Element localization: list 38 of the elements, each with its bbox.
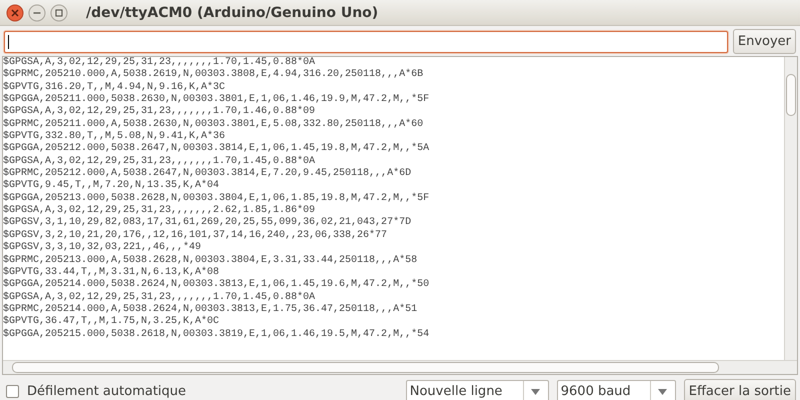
- message-input-field[interactable]: [4, 30, 728, 52]
- serial-output-line: $GPGGA,205211.000,5038.2630,N,00303.3801,E,1,06,1.46,19.9,M,47.2,M,,*5F: [3, 94, 430, 106]
- vertical-scrollbar[interactable]: [784, 57, 797, 360]
- maximize-icon[interactable]: [50, 4, 68, 22]
- serial-output-line: $GPGSV,3,1,10,29,82,083,17,31,61,269,20,25,55,099,36,02,21,043,27*7D: [3, 217, 412, 230]
- caret-icon: [531, 388, 540, 394]
- autoscroll-label: Défilement automatique: [27, 384, 186, 399]
- serial-output-line: $GPGGA,205212.000,5038.2647,N,00303.3814,E,1,06,1.45,19.8,M,47.2,M,,*5A: [3, 143, 430, 156]
- serial-output-line: $GPGGA,205214.000,5038.2624,N,00303.3813,E,1,06,1.45,19.6,M,47.2,M,,*50: [3, 279, 430, 292]
- serial-output-line: $GPGGA,205213.000,5038.2628,N,00303.3804,E,1,06,1.85,19.8,M,47.2,M,,*5F: [3, 192, 430, 204]
- serial-output-line: $GPGSV,3,3,10,32,03,221,,46,,,*49: [3, 242, 202, 254]
- serial-output-line: $GPRMC,205212.000,A,5038.2647,N,00303.3814,E,7.20,9.45,250118,,,A*6D: [3, 168, 412, 180]
- serial-output-line: $GPRMC,205213.000,A,5038.2628,N,00303.3804,E,3.31,33.44,250118,,,A*58: [3, 254, 418, 266]
- horizontal-scrollbar[interactable]: [3, 360, 797, 374]
- minimize-icon[interactable]: [28, 4, 46, 22]
- serial-output-line: $GPRMC,205211.000,A,5038.2630,N,00303.3801,E,5.08,332.80,250118,,,A*60: [3, 118, 424, 130]
- serial-output-line: $GPGSA,A,3,02,12,29,25,31,23,,,,,,,1.70,1.45,0.88*0A: [3, 292, 316, 304]
- serial-output-line: $GPRMC,205214.000,A,5038.2624,N,00303.3813,E,1.75,36.47,250118,,,A*51: [3, 304, 418, 316]
- line-ending-dropdown[interactable]: Nouvelle ligne: [406, 380, 549, 400]
- serial-output-line: $GPVTG,36.47,T,,M,1.75,N,3.25,K,A*0C: [3, 316, 220, 328]
- close-icon[interactable]: [6, 4, 24, 22]
- serial-output-line: $GPGGA,205215.000,5038.2618,N,00303.3819,E,1,06,1.46,19.5,M,47.2,M,,*54: [3, 328, 430, 341]
- window-title: /dev/ttyACM0 (Arduino/Genuino Uno): [86, 4, 378, 20]
- serial-output-line: $GPGSA,A,3,02,12,29,25,31,23,,,,,,,2.62,1.85,1.86*09: [3, 205, 316, 216]
- serial-output-line: $GPGSA,A,3,02,12,29,25,31,23,,,,,,,1.70,1.45,0.88*0A: [3, 156, 316, 168]
- serial-output-line: $GPGSA,A,3,02,12,29,25,31,23,,,,,,,1.70,1.45,0.88*0A: [3, 57, 316, 68]
- send-button[interactable]: Envoyer: [732, 29, 796, 54]
- caret-icon: [658, 388, 668, 394]
- serial-output-line: $GPVTG,316.20,T,,M,4.94,N,9.16,K,A*3C: [3, 82, 226, 94]
- serial-output-line: $GPRMC,205210.000,A,5038.2619,N,00303.3808,E,4.94,316.20,250118,,,A*6B: [3, 69, 424, 82]
- serial-output-line: $GPGSV,3,2,10,21,20,176,,12,16,101,37,14,16,240,,23,06,338,26*77: [3, 230, 388, 242]
- serial-output-line: $GPVTG,9.45,T,,M,7.20,N,13.35,K,A*04: [3, 180, 220, 192]
- clear-output-button[interactable]: Effacer la sortie: [684, 379, 796, 400]
- baud-rate-dropdown[interactable]: 9600 baud: [556, 380, 676, 400]
- autoscroll-checkbox[interactable]: [6, 385, 19, 398]
- serial-output-line: $GPVTG,332.80,T,,M,5.08,N,9.41,K,A*36: [3, 131, 226, 142]
- serial-output-line: $GPVTG,33.44,T,,M,3.31,N,6.13,K,A*08: [3, 266, 220, 278]
- serial-output-line: $GPGSA,A,3,02,12,29,25,31,23,,,,,,,1.70,1.46,0.88*09: [3, 106, 316, 118]
